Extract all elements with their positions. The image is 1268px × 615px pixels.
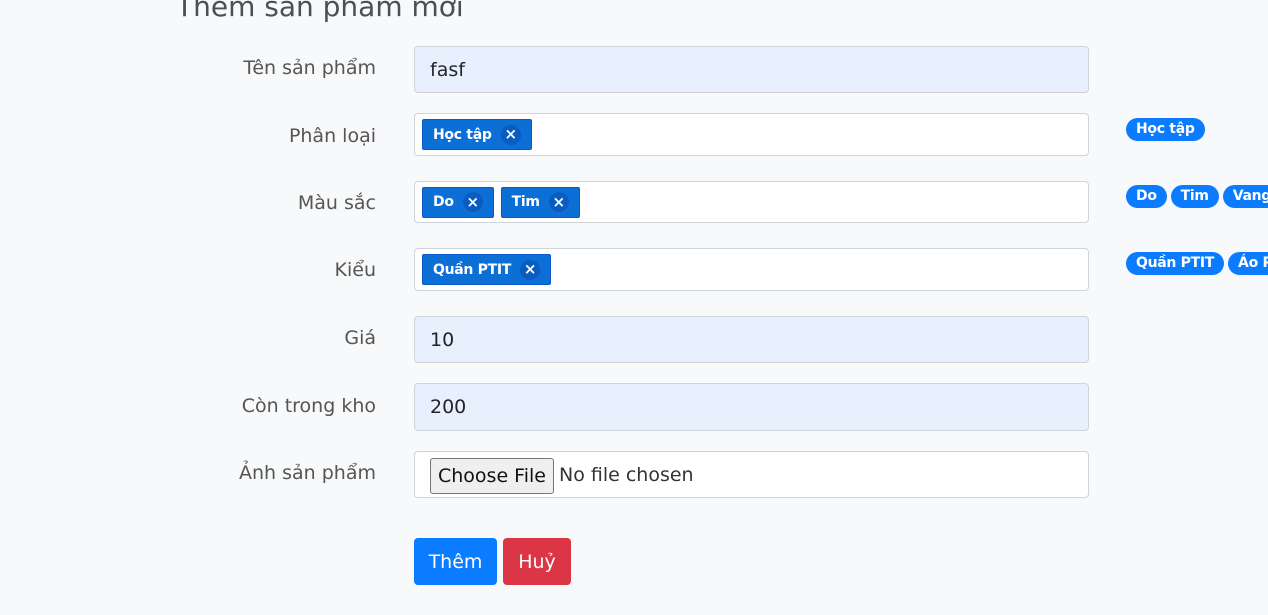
price-value: 10 — [430, 328, 455, 351]
tag-label: Quần PTIT — [433, 261, 512, 278]
color-option[interactable]: Vang — [1222, 185, 1268, 208]
tag-label: Học tập — [433, 126, 492, 143]
file-status: No file chosen — [559, 463, 694, 486]
stock-input[interactable]: 200 — [414, 383, 1089, 431]
price-input[interactable]: 10 — [414, 316, 1089, 363]
page-title: Thêm sản phẩm mới — [176, 0, 464, 23]
category-options: Học tập — [1126, 118, 1205, 141]
color-option[interactable]: Tim — [1170, 185, 1219, 208]
image-row: Ảnh sản phẩm Choose File No file chosen — [0, 451, 1268, 498]
category-row: Phân loại Học tập × Học tập — [0, 113, 1268, 156]
selected-tag: Học tập × — [422, 119, 532, 150]
product-name-value: fasf — [430, 58, 465, 81]
remove-tag-icon[interactable]: × — [548, 192, 569, 212]
submit-button[interactable]: Thêm — [414, 538, 497, 585]
stock-value: 200 — [430, 396, 467, 418]
category-tag-input[interactable]: Học tập × — [414, 113, 1089, 156]
name-label: Tên sản phẩm — [243, 57, 376, 79]
color-label: Màu sắc — [297, 192, 376, 214]
price-label: Giá — [344, 327, 376, 349]
color-option[interactable]: Do — [1126, 185, 1167, 208]
style-tag-input[interactable]: Quần PTIT × — [414, 248, 1089, 291]
name-row: Tên sản phẩm fasf — [0, 46, 1268, 93]
color-row: Màu sắc Do × Tim × Do Tim Vang — [0, 181, 1268, 223]
style-option[interactable]: Quần PTIT — [1126, 252, 1225, 275]
image-label: Ảnh sản phẩm — [239, 462, 376, 484]
image-file-input[interactable]: Choose File No file chosen — [414, 451, 1089, 498]
price-row: Giá 10 — [0, 316, 1268, 363]
remove-tag-icon[interactable]: × — [462, 192, 483, 212]
category-option[interactable]: Học tập — [1126, 118, 1205, 141]
style-options: Quần PTIT Áo PT — [1126, 252, 1268, 275]
selected-tag: Quần PTIT × — [422, 254, 552, 285]
category-label: Phân loại — [288, 125, 376, 147]
cancel-button[interactable]: Huỷ — [503, 538, 571, 585]
choose-file-button[interactable]: Choose File — [430, 458, 554, 494]
selected-tag: Do × — [422, 186, 494, 218]
tag-label: Do — [433, 194, 454, 210]
stock-row: Còn trong kho 200 — [0, 383, 1268, 431]
product-name-input[interactable]: fasf — [414, 46, 1089, 93]
add-product-page: Thêm sản phẩm mới Tên sản phẩm fasf Phân… — [0, 0, 1268, 615]
remove-tag-icon[interactable]: × — [500, 124, 521, 145]
tag-label: Tim — [511, 194, 540, 210]
style-option[interactable]: Áo PT — [1228, 252, 1268, 275]
remove-tag-icon[interactable]: × — [520, 259, 541, 280]
stock-label: Còn trong kho — [241, 395, 376, 417]
style-row: Kiểu Quần PTIT × Quần PTIT Áo PT — [0, 248, 1268, 291]
selected-tag: Tim × — [500, 186, 580, 218]
style-label: Kiểu — [334, 259, 376, 281]
color-options: Do Tim Vang — [1126, 185, 1268, 208]
color-tag-input[interactable]: Do × Tim × — [414, 181, 1089, 223]
